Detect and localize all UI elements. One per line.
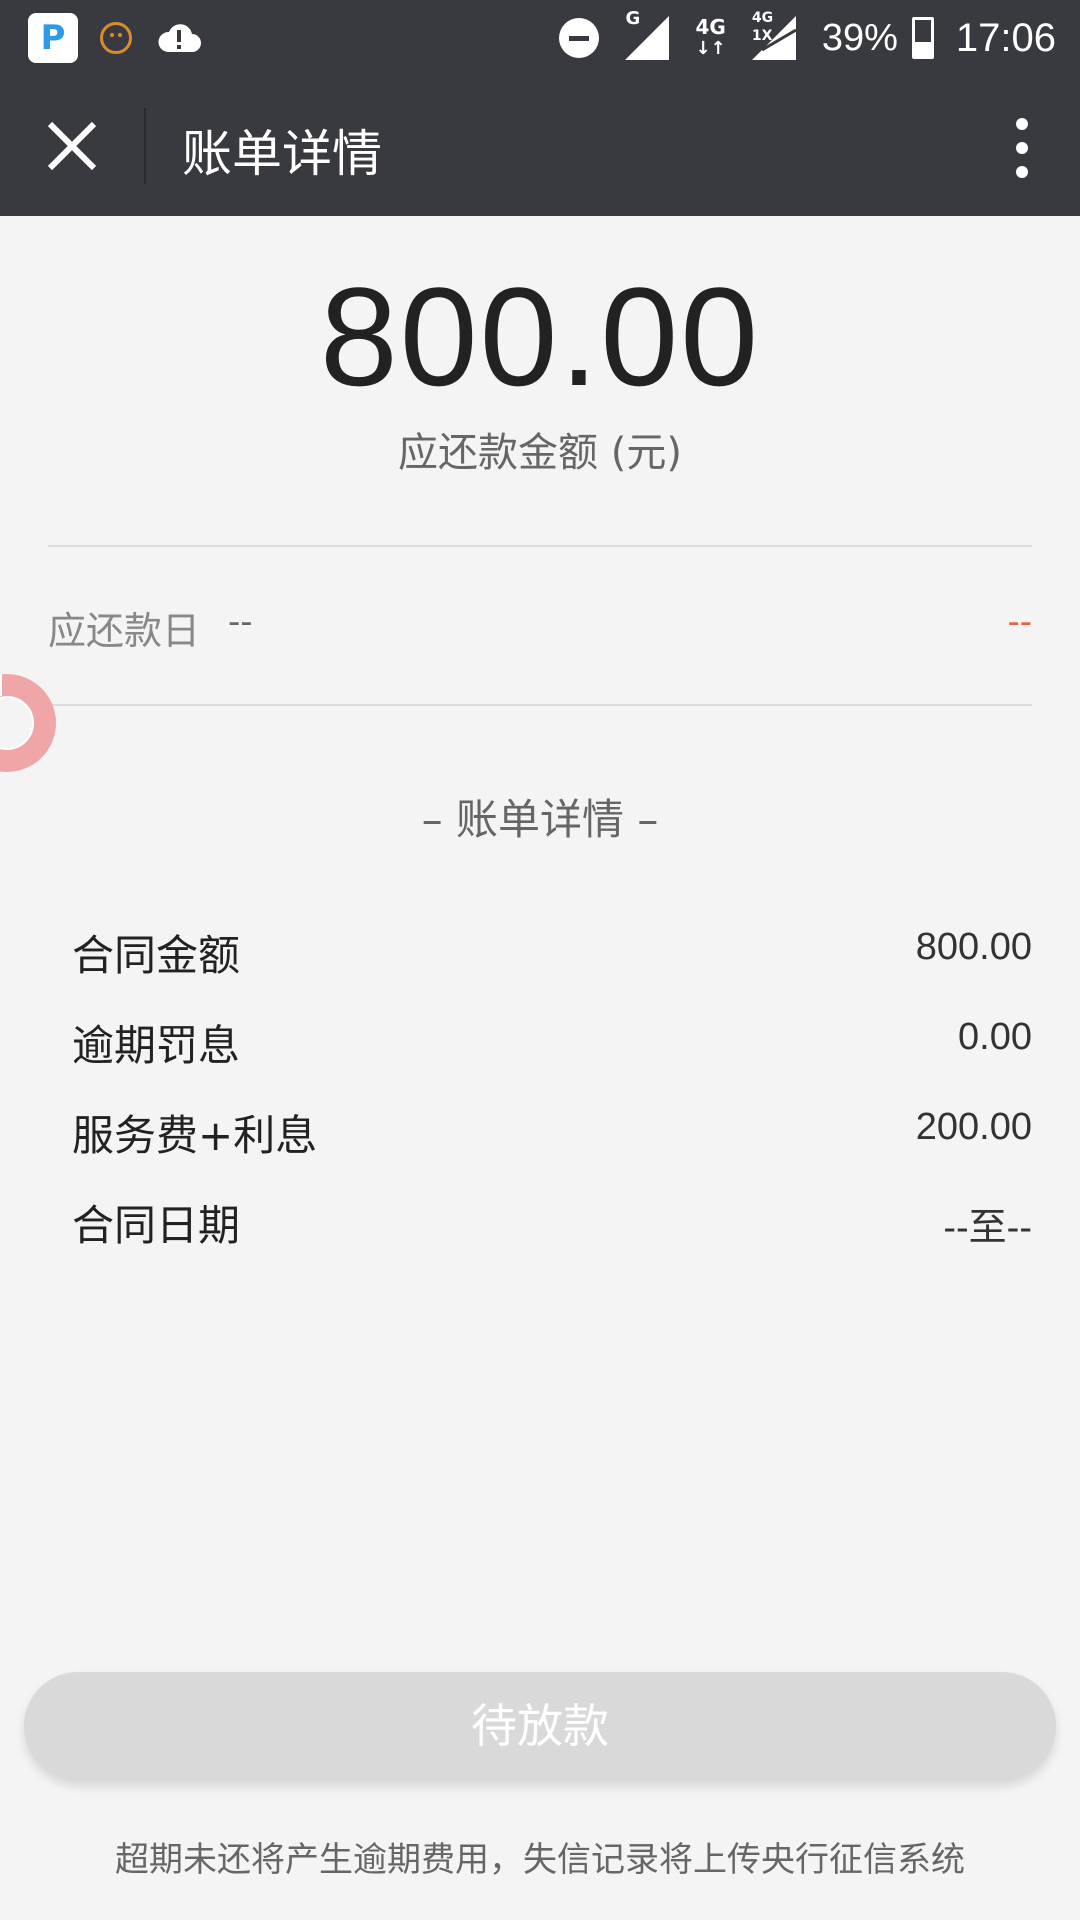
app-header: 账单详情	[0, 76, 1080, 216]
detail-label: 逾期罚息	[72, 1021, 241, 1070]
clock-time: 17:06	[955, 15, 1056, 60]
network-1x-label: 1X	[751, 28, 773, 44]
due-status: --	[1007, 602, 1032, 642]
status-bar-right: G 4G ↓↑ 4G 1X 39% 17:06	[559, 8, 1056, 66]
lifebuoy-icon[interactable]	[0, 674, 56, 772]
detail-row-contract-date: 合同日期 --至--	[72, 1186, 1032, 1276]
detail-value: 800.00	[915, 926, 1032, 968]
network-4g-label: 4G	[695, 15, 726, 39]
bill-detail-list: 合同金额 800.00 逾期罚息 0.00 服务费+利息 200.00 合同日期…	[72, 916, 1032, 1276]
detail-label: 服务费+利息	[72, 1111, 318, 1160]
network-4g-small-label: 4G	[751, 10, 774, 26]
close-icon	[47, 121, 97, 171]
signal-4g-icon: 4G 1X	[751, 10, 797, 60]
detail-value: 200.00	[915, 1106, 1032, 1148]
status-bar: P G 4G ↓↑ 4G 1X 39% 17:06	[0, 0, 1080, 76]
divider-top	[48, 545, 1032, 547]
app-icon: P	[28, 13, 78, 63]
face-icon	[100, 22, 132, 54]
battery-percent: 39%	[821, 16, 898, 59]
detail-value: --至--	[943, 1207, 1032, 1249]
detail-row-overdue-interest: 逾期罚息 0.00	[72, 1006, 1032, 1096]
amount-value: 800.00	[319, 258, 761, 415]
detail-label: 合同日期	[72, 1201, 241, 1250]
more-menu-button[interactable]	[1010, 112, 1034, 182]
header-divider	[144, 108, 146, 184]
battery-icon	[911, 17, 934, 59]
detail-value: 0.00	[958, 1016, 1032, 1058]
detail-row-service-fee: 服务费+利息 200.00	[72, 1096, 1032, 1186]
section-title: – 账单详情 –	[421, 795, 659, 844]
network-4g-indicator: 4G ↓↑	[695, 15, 726, 59]
amount-summary: 800.00 应还款金额 (元)	[0, 216, 1080, 546]
more-icon	[1010, 118, 1034, 178]
page-title: 账单详情	[182, 125, 382, 183]
close-button[interactable]	[42, 116, 102, 176]
battery-fill	[914, 41, 931, 56]
detail-row-contract-amount: 合同金额 800.00	[72, 916, 1032, 1006]
pending-disbursement-button[interactable]: 待放款	[24, 1672, 1056, 1780]
amount-label: 应还款金额 (元)	[398, 430, 682, 476]
due-date-row: 应还款日 -- --	[48, 578, 1032, 668]
detail-label: 合同金额	[72, 931, 241, 980]
divider-bottom	[48, 704, 1032, 706]
cloud-alert-icon	[158, 24, 201, 52]
dnd-icon	[559, 18, 600, 58]
signal-icon: G	[625, 8, 670, 60]
due-date-label: 应还款日	[48, 609, 201, 653]
network-g-label: G	[625, 8, 641, 29]
due-date-value: --	[228, 602, 253, 642]
footer-note: 超期未还将产生逾期费用，失信记录将上传央行征信系统	[115, 1840, 965, 1880]
status-bar-left: P	[28, 10, 202, 66]
